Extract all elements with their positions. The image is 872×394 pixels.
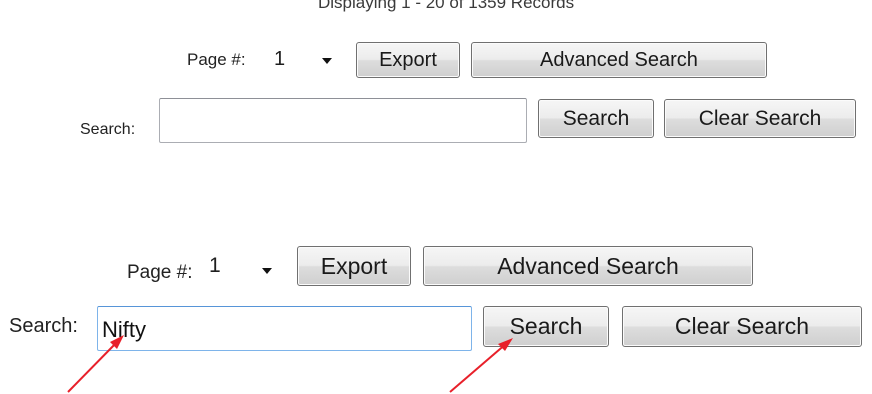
page-label: Page #: [127,262,193,283]
search-input-value: Nifty [102,317,146,342]
clear-search-button[interactable]: Clear Search [664,99,856,138]
page-select-value: 1 [274,48,286,70]
chevron-down-icon [262,268,272,274]
search-label: Search: [80,121,136,138]
chevron-down-icon [322,58,332,64]
search-button[interactable]: Search [483,306,609,347]
search-button[interactable]: Search [538,99,654,138]
advanced-search-button[interactable]: Advanced Search [471,42,767,78]
records-count: Displaying 1 - 20 of 1359 Records [318,0,575,12]
search-label: Search: [9,315,78,337]
export-button[interactable]: Export [356,42,460,78]
page-label: Page #: [187,50,246,69]
page-select[interactable]: 1 [198,244,290,288]
search-input[interactable]: Nifty [97,306,472,351]
export-button[interactable]: Export [297,246,411,286]
clear-search-button[interactable]: Clear Search [622,306,862,347]
advanced-search-button[interactable]: Advanced Search [423,246,753,286]
page-select-value: 1 [209,254,221,277]
page-select[interactable]: 1 [260,42,350,78]
search-input[interactable] [159,98,527,143]
